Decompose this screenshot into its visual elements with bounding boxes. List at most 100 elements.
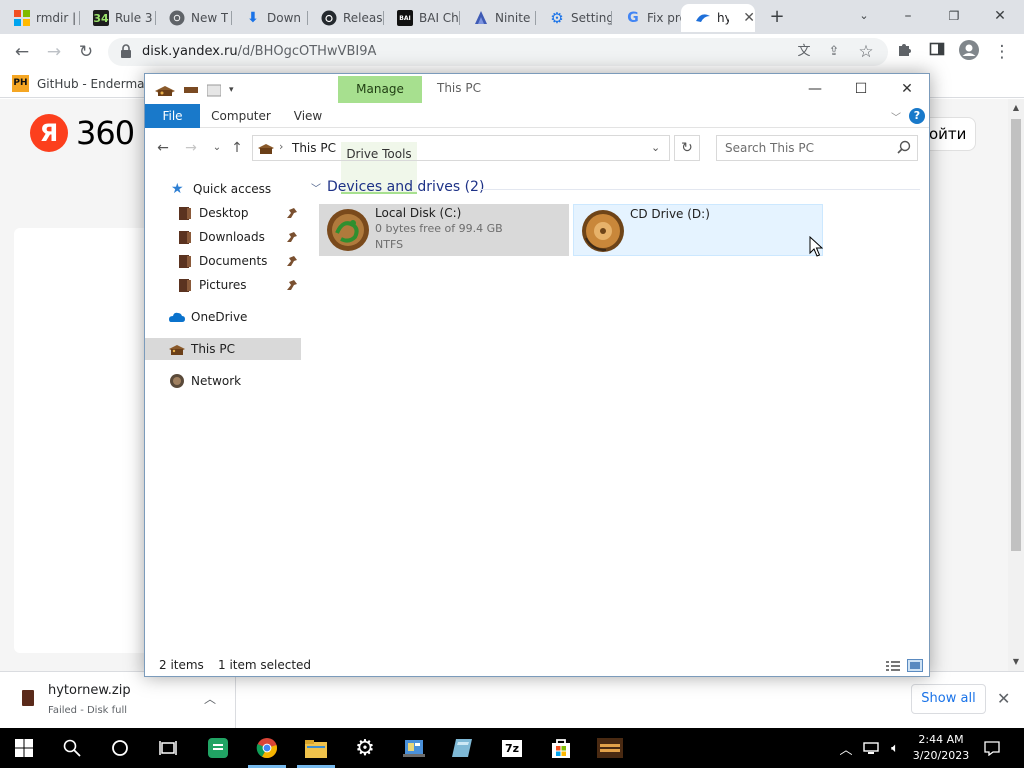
- restore-icon[interactable]: ❐: [940, 4, 968, 28]
- tab-bai[interactable]: BAI BAI Ch: [383, 4, 459, 32]
- devices-and-drives-header[interactable]: ﹀ Devices and drives (2): [311, 179, 484, 195]
- collapse-chevron-icon[interactable]: ﹀: [311, 180, 321, 195]
- breadcrumb-separator-icon[interactable]: ›: [279, 140, 283, 153]
- tray-chevron-icon[interactable]: ︿: [836, 728, 856, 768]
- tab-rule34[interactable]: 34 Rule 3: [79, 4, 155, 32]
- close-download-bar-icon[interactable]: ✕: [997, 689, 1010, 708]
- address-bar[interactable]: disk.yandex.ru/d/BHOgcOTHwVBI9A 文 ⇪ ☆: [108, 38, 888, 66]
- tab-fix-problems[interactable]: G Fix pro: [611, 4, 681, 32]
- translate-icon[interactable]: 文: [792, 40, 816, 64]
- forward-icon[interactable]: →: [42, 40, 66, 64]
- address-box[interactable]: › This PC ⌄: [252, 135, 670, 161]
- taskbar-store[interactable]: [537, 728, 585, 768]
- taskbar-notepad[interactable]: [439, 728, 487, 768]
- refresh-icon[interactable]: ↻: [674, 135, 700, 161]
- expand-ribbon-icon[interactable]: ﹀: [891, 109, 901, 124]
- close-icon[interactable]: ✕: [986, 4, 1014, 28]
- scroll-thumb[interactable]: [1011, 119, 1021, 551]
- pin-icon[interactable]: [285, 230, 299, 244]
- taskbar-7zip[interactable]: 7z: [488, 728, 536, 768]
- scroll-up-icon[interactable]: ▲: [1008, 103, 1024, 112]
- help-icon[interactable]: ?: [909, 108, 925, 124]
- bookmark-star-icon[interactable]: ☆: [854, 40, 878, 64]
- tab-rmdir[interactable]: rmdir |: [0, 4, 79, 32]
- share-icon[interactable]: ⇪: [822, 40, 846, 64]
- taskbar-file-explorer[interactable]: [292, 728, 340, 768]
- up-arrow-icon[interactable]: ↑: [227, 138, 247, 158]
- search-button[interactable]: [48, 728, 96, 768]
- pin-icon[interactable]: [285, 206, 299, 220]
- recent-locations-icon[interactable]: ⌄: [207, 138, 227, 158]
- new-folder-icon[interactable]: [207, 83, 221, 97]
- taskbar-app-brown[interactable]: [586, 728, 634, 768]
- tab-ninite[interactable]: Ninite: [459, 4, 535, 32]
- explorer-title-bar[interactable]: ▾ Manage This PC — ☐ ✕: [145, 74, 929, 104]
- chevron-up-icon[interactable]: ︿: [204, 690, 216, 707]
- new-tab-button[interactable]: +: [766, 6, 788, 28]
- volume-icon[interactable]: 🔈︎: [884, 728, 906, 768]
- taskbar-control-panel[interactable]: [390, 728, 438, 768]
- nav-desktop[interactable]: Desktop: [145, 202, 301, 224]
- show-all-button[interactable]: Show all: [911, 684, 986, 714]
- extensions-icon[interactable]: [893, 40, 917, 64]
- nav-quick-access[interactable]: ★ Quick access: [145, 178, 301, 200]
- notifications-icon[interactable]: [980, 728, 1004, 768]
- taskbar-chrome[interactable]: [243, 728, 291, 768]
- address-dropdown-icon[interactable]: ⌄: [651, 141, 660, 154]
- task-view-button[interactable]: [144, 728, 192, 768]
- tab-computer[interactable]: Computer: [205, 104, 277, 128]
- lock-icon[interactable]: [120, 44, 132, 58]
- profile-icon[interactable]: [957, 40, 981, 64]
- download-item[interactable]: hytornew.zip Failed - Disk full ︿: [0, 672, 236, 728]
- clock[interactable]: 2:44 AM 3/20/2023: [908, 732, 974, 764]
- taskbar-settings[interactable]: ⚙: [341, 728, 389, 768]
- back-arrow-icon[interactable]: ←: [153, 138, 173, 158]
- tab-search-icon[interactable]: ⌄: [850, 4, 878, 28]
- pin-icon[interactable]: [285, 254, 299, 268]
- github-icon: [321, 10, 337, 26]
- large-icons-view-icon[interactable]: [907, 659, 923, 672]
- yandex-360-logo[interactable]: Я 360: [30, 114, 135, 152]
- properties-icon[interactable]: [183, 84, 199, 96]
- reload-icon[interactable]: ↻: [74, 40, 98, 64]
- side-panel-icon[interactable]: [925, 40, 949, 64]
- cortana-button[interactable]: [96, 728, 144, 768]
- nav-onedrive[interactable]: OneDrive: [145, 306, 301, 328]
- tab-releases[interactable]: Releas: [307, 4, 383, 32]
- tab-file[interactable]: File: [145, 104, 200, 128]
- explorer-minimize-icon[interactable]: —: [795, 77, 835, 101]
- pin-icon[interactable]: [285, 278, 299, 292]
- tab-yandex-disk[interactable]: hyt ✕: [681, 4, 755, 32]
- qat-dropdown-icon[interactable]: ▾: [229, 85, 234, 95]
- nav-documents[interactable]: Documents: [145, 250, 301, 272]
- url-text[interactable]: disk.yandex.ru/d/BHOgcOTHwVBI9A: [142, 44, 376, 59]
- nav-this-pc[interactable]: This PC: [145, 338, 301, 360]
- tab-downloads[interactable]: ⬇ Down: [231, 4, 307, 32]
- taskbar-sheets-app[interactable]: [194, 728, 242, 768]
- tab-view[interactable]: View: [283, 104, 333, 128]
- breadcrumb-this-pc[interactable]: This PC: [292, 141, 336, 155]
- back-icon[interactable]: ←: [10, 40, 34, 64]
- this-pc-icon[interactable]: [155, 82, 175, 98]
- bookmark-github[interactable]: PH GitHub - Enderman...: [12, 75, 164, 92]
- nav-network[interactable]: Network: [145, 370, 301, 392]
- menu-icon[interactable]: ⋮: [990, 40, 1014, 64]
- manage-tab[interactable]: Manage: [338, 76, 422, 103]
- tab-new-tab[interactable]: New T: [155, 4, 231, 32]
- tab-settings[interactable]: ⚙ Setting: [535, 4, 611, 32]
- nav-downloads[interactable]: Downloads: [145, 226, 301, 248]
- search-box[interactable]: Search This PC: [716, 135, 918, 161]
- tab-close-icon[interactable]: ✕: [743, 10, 755, 26]
- explorer-maximize-icon[interactable]: ☐: [841, 77, 881, 101]
- details-view-icon[interactable]: [885, 659, 901, 672]
- start-button[interactable]: [0, 728, 48, 768]
- nav-pictures[interactable]: Pictures: [145, 274, 301, 296]
- drive-local-c[interactable]: Local Disk (C:) 0 bytes free of 99.4 GB …: [319, 204, 569, 256]
- scroll-down-icon[interactable]: ▼: [1008, 657, 1024, 666]
- network-icon[interactable]: [860, 728, 882, 768]
- minimize-icon[interactable]: –: [894, 4, 922, 28]
- drive-cd-d[interactable]: CD Drive (D:): [573, 204, 823, 256]
- forward-arrow-icon[interactable]: →: [181, 138, 201, 158]
- page-scrollbar[interactable]: ▲ ▼: [1008, 99, 1024, 671]
- explorer-close-icon[interactable]: ✕: [887, 77, 927, 101]
